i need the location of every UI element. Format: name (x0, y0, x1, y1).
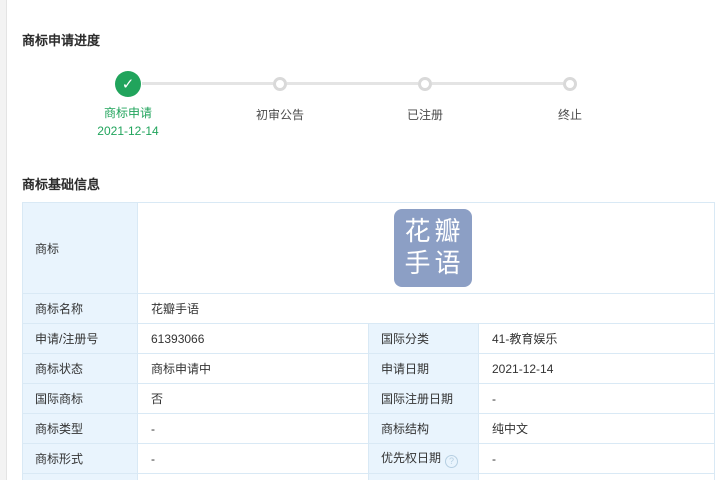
help-icon[interactable]: ? (445, 455, 458, 468)
info-section-title: 商标基础信息 (22, 174, 100, 193)
step-connector (432, 82, 563, 85)
trademark-form-label: 商标形式 (23, 444, 138, 474)
application-date-value: 2021-12-14 (479, 354, 715, 384)
left-page-gutter (0, 0, 7, 480)
step-circle-done: ✓ (115, 71, 141, 97)
trademark-image-cell: 花瓣 手语 (138, 203, 715, 294)
status-label: 商标状态 (23, 354, 138, 384)
table-row-status: 商标状态 商标申请中 申请日期 2021-12-14 (23, 354, 715, 384)
application-date-label: 申请日期 (369, 354, 479, 384)
step-item-terminated: 终止 (510, 106, 630, 123)
partial-label-cell (23, 474, 138, 480)
application-number-value: 61393066 (138, 324, 369, 354)
trademark-logo-image: 花瓣 手语 (394, 209, 472, 287)
trademark-form-value: - (138, 444, 369, 474)
step-circle-pending (418, 77, 432, 91)
table-row-trademark-type: 商标类型 - 商标结构 纯中文 (23, 414, 715, 444)
trademark-logo-line1: 花瓣 (394, 216, 472, 248)
step-circle-pending (273, 77, 287, 91)
priority-date-label: 优先权日期? (369, 444, 479, 474)
status-value: 商标申请中 (138, 354, 369, 384)
step-item-registered: 已注册 (365, 106, 485, 123)
application-number-label: 申请/注册号 (23, 324, 138, 354)
international-class-label: 国际分类 (369, 324, 479, 354)
step-item-preliminary-announcement: 初审公告 (220, 106, 340, 123)
trademark-logo-line2: 手语 (394, 248, 472, 280)
table-row-international-trademark: 国际商标 否 国际注册日期 - (23, 384, 715, 414)
progress-section-title: 商标申请进度 (22, 30, 100, 49)
table-row-trademark-image: 商标 花瓣 手语 (23, 203, 715, 294)
partial-label-cell (369, 474, 479, 480)
international-reg-date-label: 国际注册日期 (369, 384, 479, 414)
trademark-image-label: 商标 (23, 203, 138, 294)
priority-date-value: - (479, 444, 715, 474)
step-connector (142, 82, 273, 85)
trademark-detail-page: 商标申请进度 ✓ 商标申请 2021-12-14 初审公告 已注册 终止 商标基… (0, 0, 720, 480)
partial-value-cell (138, 474, 369, 480)
step-connector (287, 82, 418, 85)
step-circle-pending (563, 77, 577, 91)
step-item-application: 商标申请 2021-12-14 (68, 104, 188, 140)
table-row-trademark-form: 商标形式 - 优先权日期? - (23, 444, 715, 474)
trademark-info-table: 商标 花瓣 手语 商标名称 花瓣手语 申请/注册号 61393066 国际分类 … (22, 202, 715, 480)
table-row-application-number: 申请/注册号 61393066 国际分类 41-教育娱乐 (23, 324, 715, 354)
step-label-text: 商标申请 (68, 104, 188, 122)
trademark-name-value: 花瓣手语 (138, 294, 715, 324)
check-icon: ✓ (122, 75, 135, 93)
priority-date-label-text: 优先权日期 (381, 451, 441, 465)
trademark-type-label: 商标类型 (23, 414, 138, 444)
trademark-type-value: - (138, 414, 369, 444)
international-reg-date-value: - (479, 384, 715, 414)
step-date: 2021-12-14 (68, 122, 188, 140)
international-trademark-value: 否 (138, 384, 369, 414)
partial-value-cell (479, 474, 715, 480)
trademark-structure-label: 商标结构 (369, 414, 479, 444)
trademark-name-label: 商标名称 (23, 294, 138, 324)
trademark-structure-value: 纯中文 (479, 414, 715, 444)
table-row-partial (23, 474, 715, 480)
international-trademark-label: 国际商标 (23, 384, 138, 414)
table-row-trademark-name: 商标名称 花瓣手语 (23, 294, 715, 324)
international-class-value: 41-教育娱乐 (479, 324, 715, 354)
